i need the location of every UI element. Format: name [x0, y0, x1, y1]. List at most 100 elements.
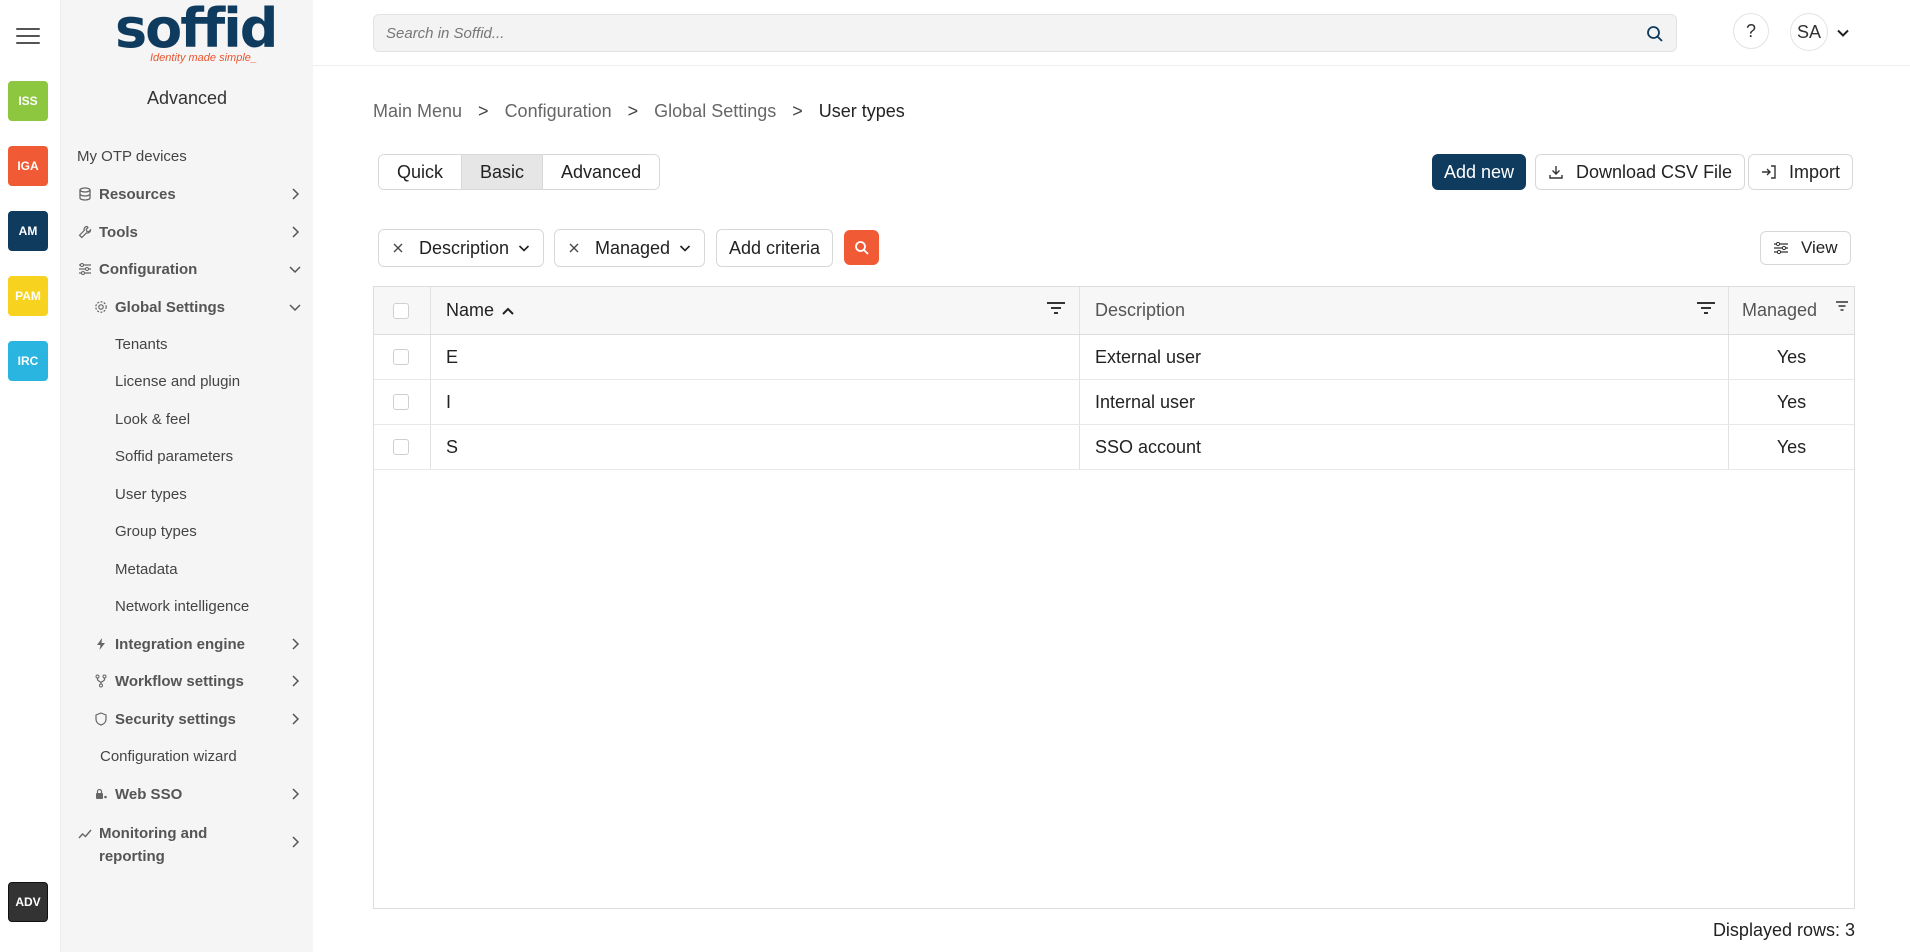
chevron-right-icon — [292, 788, 300, 800]
sidebar-item-label: Configuration — [99, 260, 198, 278]
breadcrumb-current: User types — [818, 100, 905, 121]
cell-managed: Yes — [1776, 391, 1807, 412]
column-filter-icon[interactable] — [1696, 300, 1716, 316]
sidebar-item-configuration-wizard[interactable]: Configuration wizard — [61, 740, 313, 772]
sidebar-item-label: Look & feel — [115, 410, 191, 428]
column-filter-icon[interactable] — [1835, 300, 1849, 312]
sidebar-item-monitoring-and-reporting[interactable]: Monitoring and reporting — [61, 818, 313, 868]
soffid-logo: soffid Identity made simple_ — [115, 2, 278, 68]
sidebar-title: Advanced — [146, 88, 228, 108]
breadcrumb: Main Menu > Configuration > Global Setti… — [373, 100, 905, 122]
close-icon[interactable] — [567, 241, 581, 255]
download-csv-label: Download CSV File — [1576, 161, 1733, 182]
sidebar-item-workflow-settings[interactable]: Workflow settings — [61, 665, 313, 697]
module-irc-button[interactable]: IRC — [8, 341, 48, 381]
tab-basic[interactable]: Basic — [462, 155, 544, 189]
sidebar-item-network-intelligence[interactable]: Network intelligence — [61, 590, 313, 622]
sidebar-item-metadata[interactable]: Metadata — [61, 553, 313, 585]
select-all-cell — [393, 287, 409, 334]
chevron-right-icon — [292, 188, 300, 200]
module-adv-button[interactable]: ADV — [8, 882, 48, 922]
download-csv-button[interactable]: Download CSV File — [1535, 154, 1746, 190]
breadcrumb-configuration[interactable]: Configuration — [505, 101, 612, 122]
table-row[interactable]: S SSO account Yes — [374, 425, 1854, 470]
column-header-name[interactable]: Name — [446, 287, 516, 334]
bolt-icon — [93, 636, 109, 652]
breadcrumb-separator: > — [792, 100, 803, 121]
breadcrumb-global-settings[interactable]: Global Settings — [654, 101, 776, 122]
close-icon[interactable] — [391, 241, 405, 255]
sidebar-item-user-types[interactable]: User types — [61, 478, 313, 510]
row-checkbox[interactable] — [393, 439, 409, 455]
user-avatar[interactable]: SA — [1790, 13, 1828, 51]
import-label: Import — [1789, 161, 1841, 182]
hamburger-menu-icon[interactable] — [16, 28, 40, 46]
add-new-button[interactable]: Add new — [1432, 154, 1527, 190]
column-header-description[interactable]: Description — [1095, 287, 1185, 334]
table-row[interactable]: I Internal user Yes — [374, 380, 1854, 425]
select-all-checkbox[interactable] — [393, 302, 409, 319]
sidebar-item-tenants[interactable]: Tenants — [61, 328, 313, 360]
chevron-down-icon — [679, 245, 691, 252]
sidebar-item-license-and-plugin[interactable]: License and plugin — [61, 365, 313, 397]
global-search-input[interactable] — [374, 15, 1676, 51]
chevron-right-icon — [292, 226, 300, 238]
sidebar-item-label: My OTP devices — [77, 147, 187, 165]
module-iss-button[interactable]: ISS — [8, 81, 48, 121]
import-button[interactable]: Import — [1748, 154, 1854, 190]
filter-chip-description[interactable]: Description — [378, 229, 545, 267]
sidebar-item-resources[interactable]: Resources — [61, 178, 313, 210]
sidebar-item-integration-engine[interactable]: Integration engine — [61, 628, 313, 660]
sidebar-item-label: Web SSO — [115, 785, 183, 803]
table-row[interactable]: E External user Yes — [374, 335, 1854, 380]
module-iga-button[interactable]: IGA — [8, 146, 48, 186]
column-header-label: Managed — [1742, 300, 1818, 320]
wrench-icon — [77, 224, 93, 240]
tab-quick[interactable]: Quick — [379, 155, 463, 189]
sidebar-item-label: Group types — [115, 522, 197, 540]
column-header-managed[interactable]: Managed — [1742, 287, 1817, 334]
sidebar-item-label: Tenants — [115, 335, 168, 353]
sidebar-item-configuration[interactable]: Configuration — [61, 253, 313, 285]
top-bar: ? SA — [313, 0, 1910, 66]
view-button[interactable]: View — [1760, 231, 1851, 265]
search-icon[interactable] — [1646, 25, 1664, 43]
help-button[interactable]: ? — [1733, 13, 1769, 49]
sidebar-item-group-types[interactable]: Group types — [61, 515, 313, 547]
sidebar-item-label: Integration engine — [115, 635, 246, 653]
column-header-label: Description — [1095, 300, 1186, 320]
sidebar-item-soffid-parameters[interactable]: Soffid parameters — [61, 440, 313, 472]
module-rail: ISS IGA AM PAM IRC ADV — [0, 0, 61, 952]
filter-chip-label: Managed — [595, 237, 671, 258]
download-icon — [1549, 166, 1563, 179]
sidebar-item-look-and-feel[interactable]: Look & feel — [61, 403, 313, 435]
tab-advanced[interactable]: Advanced — [543, 155, 660, 189]
search-mode-tabs: Quick Basic Advanced — [378, 154, 661, 190]
module-pam-button[interactable]: PAM — [8, 276, 48, 316]
add-criteria-button[interactable]: Add criteria — [716, 229, 834, 267]
breadcrumb-main-menu[interactable]: Main Menu — [373, 101, 462, 122]
sliders-icon — [1774, 241, 1788, 255]
column-filter-icon[interactable] — [1046, 300, 1066, 316]
sidebar-item-my-otp-devices[interactable]: My OTP devices — [61, 140, 313, 172]
row-checkbox[interactable] — [393, 349, 409, 365]
filter-chip-label: Description — [419, 237, 510, 258]
sidebar-item-label: Resources — [99, 185, 176, 203]
sidebar-item-tools[interactable]: Tools — [61, 216, 313, 248]
sidebar-item-global-settings[interactable]: Global Settings — [61, 291, 313, 323]
module-am-button[interactable]: AM — [8, 211, 48, 251]
cell-description: External user — [1095, 346, 1202, 367]
row-checkbox[interactable] — [393, 394, 409, 410]
sidebar-item-security-settings[interactable]: Security settings — [61, 703, 313, 735]
breadcrumb-separator: > — [478, 100, 489, 121]
sidebar-item-label: User types — [115, 485, 187, 503]
chevron-down-icon — [289, 266, 301, 274]
sidebar-item-web-sso[interactable]: Web SSO — [61, 778, 313, 810]
chevron-down-icon[interactable] — [1835, 25, 1851, 41]
run-search-button[interactable] — [844, 230, 879, 265]
sidebar-item-label: License and plugin — [115, 372, 241, 390]
filter-chip-managed[interactable]: Managed — [554, 229, 706, 267]
cell-description: Internal user — [1095, 391, 1196, 412]
chevron-right-icon — [292, 836, 300, 848]
sidebar-item-label: Tools — [99, 223, 138, 241]
